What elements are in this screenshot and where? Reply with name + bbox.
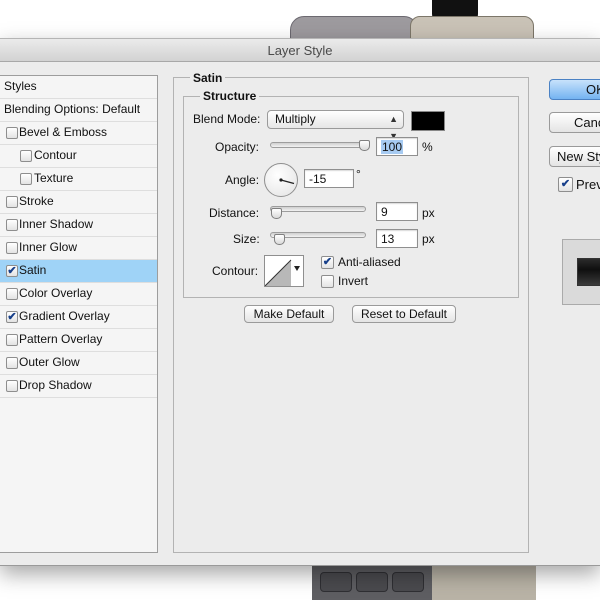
size-unit: px: [422, 232, 435, 246]
style-item-texture[interactable]: Texture: [0, 168, 157, 191]
style-item-label: Bevel & Emboss: [19, 125, 108, 139]
contour-checkbox[interactable]: [20, 150, 32, 162]
preview-swatch: [577, 258, 600, 286]
style-item-label: Stroke: [19, 194, 54, 208]
styles-header[interactable]: Styles: [0, 76, 157, 99]
opacity-value: 100: [381, 140, 404, 154]
angle-unit: °: [356, 167, 361, 181]
distance-slider-track[interactable]: [270, 206, 366, 212]
angle-label: Angle:: [225, 173, 260, 187]
style-item-label: Inner Glow: [19, 240, 78, 254]
inner-glow-checkbox[interactable]: [6, 242, 18, 254]
style-item-inner-shadow[interactable]: Inner Shadow: [0, 214, 157, 237]
inner-shadow-checkbox[interactable]: [6, 219, 18, 231]
invert-checkbox[interactable]: [321, 275, 334, 288]
contour-label: Contour:: [212, 264, 259, 278]
style-item-drop-shadow[interactable]: Drop Shadow: [0, 375, 157, 398]
bevel-emboss-checkbox[interactable]: [6, 127, 18, 139]
distance-input[interactable]: 9: [376, 202, 418, 221]
contour-picker[interactable]: [264, 255, 304, 287]
style-item-pattern-overlay[interactable]: Pattern Overlay: [0, 329, 157, 352]
style-item-label: Outer Glow: [19, 355, 80, 369]
pattern-overlay-checkbox[interactable]: [6, 334, 18, 346]
background-key: [320, 572, 352, 592]
style-item-label: Inner Shadow: [19, 217, 94, 231]
blend-color-swatch[interactable]: [411, 111, 445, 131]
blend-mode-select[interactable]: Multiply ▲ ▼: [267, 110, 404, 141]
blend-mode-value: Multiply: [275, 112, 316, 126]
background-key: [356, 572, 388, 592]
opacity-label: Opacity:: [215, 140, 260, 154]
style-item-color-overlay[interactable]: Color Overlay: [0, 283, 157, 306]
satin-checkbox[interactable]: ✔: [6, 265, 18, 277]
style-item-label: Color Overlay: [19, 286, 93, 300]
styles-list: Styles Blending Options: Default Bevel &…: [0, 75, 158, 553]
size-input[interactable]: 13: [376, 229, 418, 248]
ok-button[interactable]: OK: [549, 79, 600, 100]
color-overlay-checkbox[interactable]: [6, 288, 18, 300]
blending-options-item[interactable]: Blending Options: Default: [0, 99, 157, 122]
style-item-label: Satin: [19, 263, 47, 277]
size-slider-thumb[interactable]: [274, 234, 285, 245]
distance-slider-thumb[interactable]: [271, 208, 282, 219]
size-label: Size:: [233, 232, 260, 246]
cancel-button[interactable]: Cancel: [549, 112, 600, 133]
style-item-label: Contour: [34, 148, 77, 162]
style-item-stroke[interactable]: Stroke: [0, 191, 157, 214]
style-item-outer-glow[interactable]: Outer Glow: [0, 352, 157, 375]
style-item-inner-glow[interactable]: Inner Glow: [0, 237, 157, 260]
angle-needle-icon: [279, 178, 295, 185]
anti-aliased-checkbox[interactable]: ✔: [321, 256, 334, 269]
style-item-gradient-overlay[interactable]: ✔ Gradient Overlay: [0, 306, 157, 329]
window-title: Layer Style: [267, 43, 333, 58]
distance-label: Distance:: [209, 206, 260, 220]
reset-to-default-button[interactable]: Reset to Default: [352, 305, 456, 323]
make-default-button[interactable]: Make Default: [244, 305, 334, 323]
style-item-label: Pattern Overlay: [19, 332, 103, 346]
opacity-input[interactable]: 100: [376, 137, 418, 156]
invert-label: Invert: [338, 274, 369, 288]
style-item-contour[interactable]: Contour: [0, 145, 157, 168]
angle-dial[interactable]: [264, 163, 298, 197]
preview-panel: [562, 239, 600, 305]
background-key: [392, 572, 424, 592]
style-item-label: Texture: [34, 171, 74, 185]
blend-mode-label: Blend Mode:: [193, 112, 261, 126]
opacity-slider-track[interactable]: [270, 142, 369, 148]
angle-input[interactable]: -15: [304, 169, 354, 188]
contour-curve-icon: [265, 259, 300, 286]
preview-checkbox[interactable]: ✔: [558, 177, 573, 192]
texture-checkbox[interactable]: [20, 173, 32, 185]
distance-unit: px: [422, 206, 435, 220]
preview-label: Preview: [576, 177, 600, 192]
structure-group-title: Structure: [200, 89, 260, 103]
style-item-label: Drop Shadow: [19, 378, 92, 392]
style-item-bevel-emboss[interactable]: Bevel & Emboss: [0, 122, 157, 145]
style-item-satin[interactable]: ✔ Satin: [0, 260, 157, 283]
anti-aliased-label: Anti-aliased: [338, 255, 401, 269]
gradient-overlay-checkbox[interactable]: ✔: [6, 311, 18, 323]
layer-style-dialog: Layer Style Styles Blending Options: Def…: [0, 38, 600, 566]
drop-shadow-checkbox[interactable]: [6, 380, 18, 392]
opacity-unit: %: [422, 140, 433, 154]
outer-glow-checkbox[interactable]: [6, 357, 18, 369]
satin-group-title: Satin: [190, 71, 226, 85]
opacity-slider-thumb[interactable]: [359, 140, 370, 151]
new-style-button[interactable]: New Style...: [549, 146, 600, 167]
style-item-label: Gradient Overlay: [19, 309, 110, 323]
title-bar[interactable]: Layer Style: [0, 39, 600, 62]
stroke-checkbox[interactable]: [6, 196, 18, 208]
